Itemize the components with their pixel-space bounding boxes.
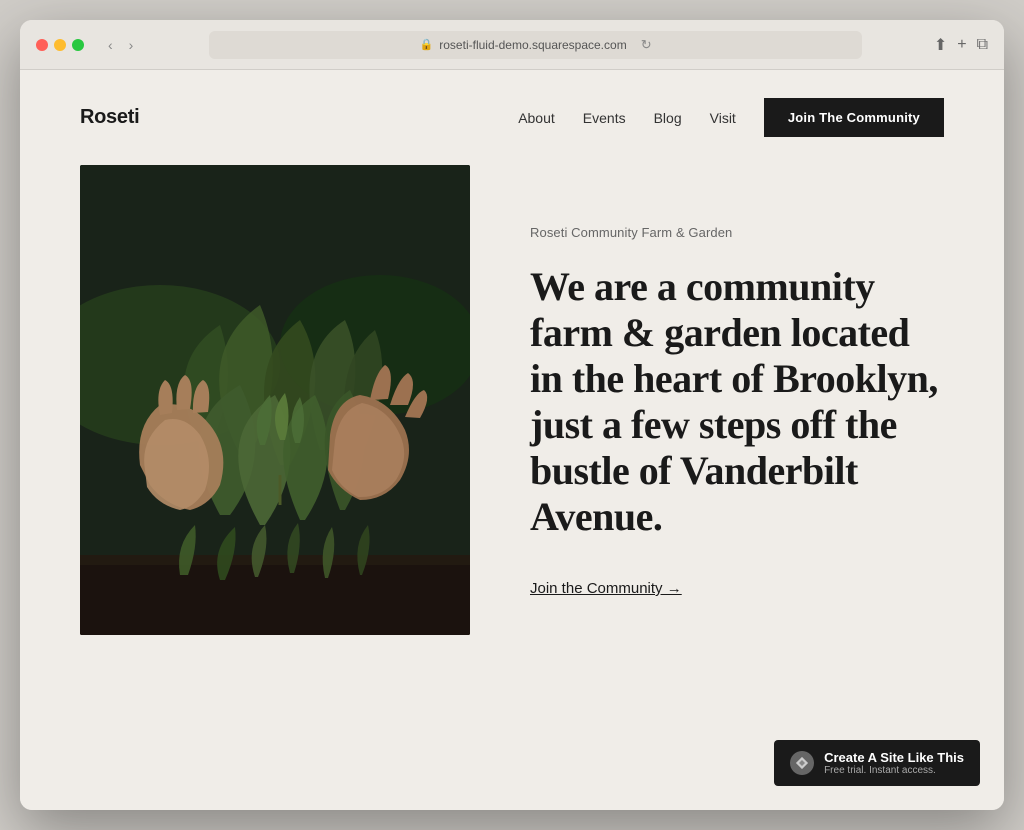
lock-icon: 🔒 (420, 38, 434, 51)
hero-image (80, 165, 470, 635)
browser-actions: ⬆ + ⧉ (934, 35, 988, 55)
traffic-light-maximize[interactable] (72, 39, 84, 51)
hero-text-section: Roseti Community Farm & Garden We are a … (530, 165, 944, 598)
site-logo[interactable]: Roseti (80, 106, 139, 129)
browser-window: ‹ › 🔒 roseti-fluid-demo.squarespace.com … (20, 20, 1004, 810)
nav-links: About Events Blog Visit Join The Communi… (518, 98, 944, 137)
url-text: roseti-fluid-demo.squarespace.com (439, 38, 626, 52)
new-tab-button[interactable]: + (957, 36, 966, 54)
hero-heading: We are a community farm & garden located… (530, 264, 944, 540)
badge-main-text: Create A Site Like This (824, 750, 964, 765)
duplicate-button[interactable]: ⧉ (977, 36, 988, 54)
badge-sub-text: Free trial. Instant access. (824, 765, 964, 776)
squarespace-logo-icon (790, 751, 814, 775)
hero-subtitle: Roseti Community Farm & Garden (530, 225, 944, 240)
nav-link-visit[interactable]: Visit (710, 110, 736, 126)
browser-chrome: ‹ › 🔒 roseti-fluid-demo.squarespace.com … (20, 20, 1004, 70)
nav-link-events[interactable]: Events (583, 110, 626, 126)
address-bar[interactable]: 🔒 roseti-fluid-demo.squarespace.com ↻ (209, 31, 861, 59)
nav-link-blog[interactable]: Blog (654, 110, 682, 126)
traffic-light-close[interactable] (36, 39, 48, 51)
squarespace-badge-text: Create A Site Like This Free trial. Inst… (824, 750, 964, 776)
nav-cta-button[interactable]: Join The Community (764, 98, 944, 137)
website-content: Roseti About Events Blog Visit Join The … (20, 70, 1004, 810)
share-button[interactable]: ⬆ (934, 35, 947, 55)
traffic-lights (36, 39, 84, 51)
browser-nav-controls: ‹ › (104, 35, 137, 55)
squarespace-badge[interactable]: Create A Site Like This Free trial. Inst… (774, 740, 980, 786)
hero-image-placeholder (80, 165, 470, 635)
main-nav: Roseti About Events Blog Visit Join The … (20, 70, 1004, 165)
hero-cta-link[interactable]: Join the Community → (530, 580, 682, 597)
traffic-light-minimize[interactable] (54, 39, 66, 51)
main-content: Roseti Community Farm & Garden We are a … (20, 165, 1004, 810)
back-button[interactable]: ‹ (104, 35, 117, 55)
refresh-icon[interactable]: ↻ (641, 37, 652, 53)
nav-link-about[interactable]: About (518, 110, 555, 126)
forward-button[interactable]: › (125, 35, 138, 55)
